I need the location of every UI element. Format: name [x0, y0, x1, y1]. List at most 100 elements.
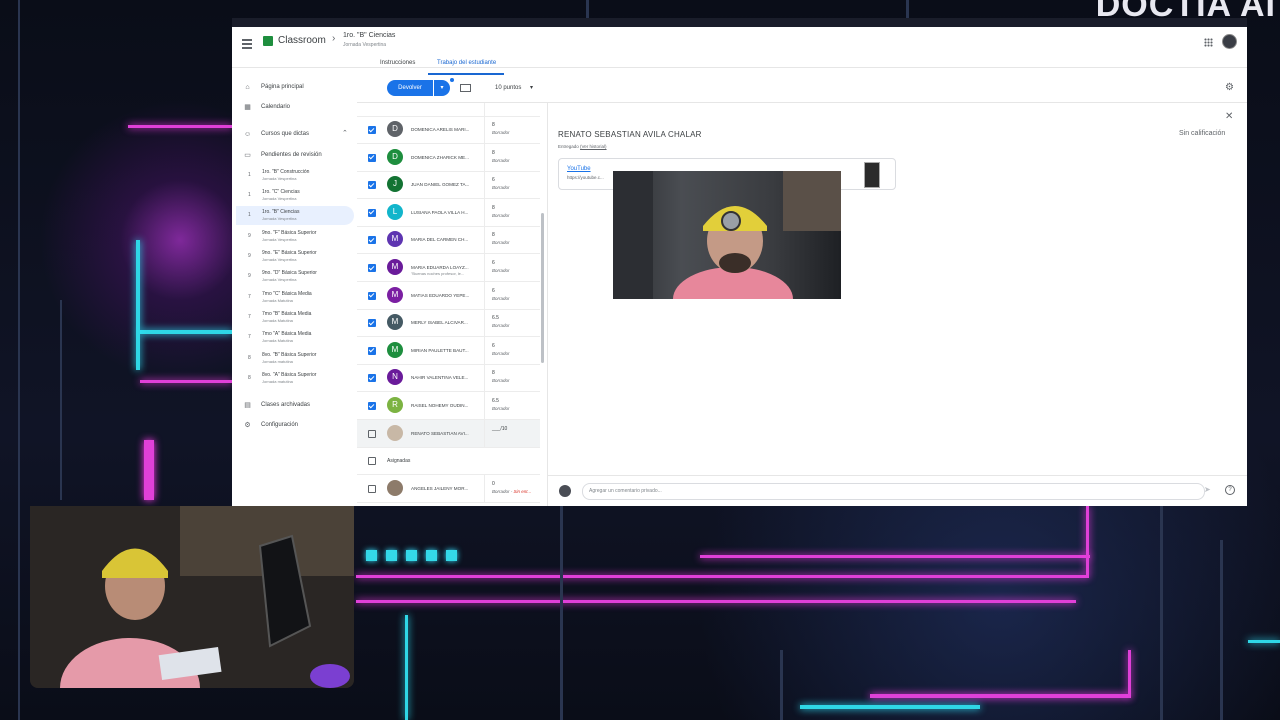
- student-grade[interactable]: 6: [492, 288, 495, 294]
- student-grade[interactable]: 6: [492, 343, 495, 349]
- student-avatar: R: [387, 397, 403, 413]
- circuit-line: [870, 694, 1130, 698]
- handed-in-label: Entregado: [558, 144, 579, 149]
- sidebar-course[interactable]: 8 8vo. "B" Básica Superior Jornada matut…: [236, 349, 354, 368]
- row-checkbox[interactable]: [368, 291, 376, 300]
- app-name[interactable]: Classroom: [278, 35, 326, 46]
- table-row[interactable]: D DOMENICA ZHARICK ME... 8 Borrador: [357, 143, 540, 172]
- sidebar-item-home[interactable]: ⌂ Página principal: [232, 79, 354, 97]
- sidebar-item-review[interactable]: ▭ Pendientes de revisión: [232, 147, 354, 165]
- student-grade[interactable]: 6.5: [492, 398, 499, 404]
- sidebar-course[interactable]: 1 1ro. "C" Ciencias Jornada Vespertina: [236, 186, 354, 205]
- return-dropdown-button[interactable]: ▾: [434, 80, 450, 96]
- tab-student-work[interactable]: Trabajo del estudiante: [437, 60, 496, 66]
- private-comment-input[interactable]: Agregar un comentario privado...: [582, 483, 1205, 500]
- table-row[interactable]: M MIRIAN PAULETTE BAUT... 6 Borrador: [357, 336, 540, 365]
- sidebar-course[interactable]: 9 9no. "F" Básica Superior Jornada Vespe…: [236, 227, 354, 246]
- table-row[interactable]: ANGELES JAILENY MOR... 0 Borrador - Sin en…: [357, 474, 540, 503]
- row-checkbox[interactable]: [368, 264, 376, 272]
- row-checkbox[interactable]: [368, 484, 376, 493]
- active-tab-indicator: [428, 73, 504, 75]
- row-checkbox[interactable]: [368, 402, 376, 410]
- student-grade[interactable]: 8: [492, 370, 495, 376]
- points-select[interactable]: 10 puntos: [493, 80, 543, 96]
- sidebar-course-active[interactable]: 1 1ro. "B" Ciencias Jornada Vespertina: [236, 206, 354, 225]
- sidebar-course[interactable]: 9 9no. "D" Básica Superior Jornada Vespe…: [236, 267, 354, 286]
- people-icon: ☺: [244, 131, 252, 138]
- course-badge: 8: [248, 355, 251, 361]
- sidebar-course[interactable]: 1 1ro. "B" Construcción Jornada Vesperti…: [236, 166, 354, 185]
- apps-grid-icon[interactable]: [1204, 38, 1213, 47]
- sidebar-item-archived[interactable]: ▤ Clases archivadas: [232, 397, 354, 415]
- row-checkbox[interactable]: [368, 319, 376, 328]
- row-checkbox[interactable]: [368, 236, 376, 245]
- circuit-line: [1220, 540, 1223, 720]
- menu-icon[interactable]: [242, 39, 252, 51]
- section-header-assigned[interactable]: Asignadas: [357, 447, 540, 476]
- row-checkbox[interactable]: [368, 208, 376, 217]
- sidebar-item-label: Calendario: [261, 104, 291, 110]
- help-icon[interactable]: ?: [1225, 485, 1235, 495]
- sidebar-item-settings[interactable]: ⚙ Configuración: [232, 417, 354, 435]
- sidebar-item-teaching[interactable]: ☺ Cursos que dictas ⌃: [232, 126, 354, 144]
- sidebar-course[interactable]: 8 8vo. "A" Básica Superior Jornada matut…: [236, 369, 354, 388]
- table-row[interactable]: J JUAN DANIEL GOMEZ TA... 6 Borrador: [357, 171, 540, 200]
- table-row[interactable]: R RAISEL NOHEMY OUDIN... 6.5 Borrador: [357, 392, 540, 420]
- table-row[interactable]: [357, 103, 540, 117]
- section-checkbox[interactable]: [368, 457, 376, 466]
- student-avatar: D: [387, 148, 403, 165]
- circuit-square: [426, 550, 437, 561]
- table-row[interactable]: N NAHIR VALENTINA VELE... 8 Borrador: [357, 364, 540, 393]
- breadcrumb-course-title[interactable]: 1ro. "B" Ciencias: [343, 32, 395, 39]
- table-row[interactable]: M MERLY ISABEL ALCIVAR... 6.5 Borrador: [357, 309, 540, 338]
- student-grade[interactable]: 6: [492, 260, 495, 266]
- course-badge: 7: [248, 294, 251, 300]
- sidebar-item-label: Cursos que dictas: [261, 131, 310, 137]
- table-row[interactable]: M MATIAS EDUARDO YEPE... 6 Borrador: [357, 281, 540, 310]
- return-button[interactable]: Devolver: [387, 80, 433, 96]
- table-row[interactable]: M MARIA DEL CARMEN CH... 8 Borrador: [357, 226, 540, 255]
- attachment-title[interactable]: YouTube: [567, 166, 591, 172]
- course-subtitle: Jornada Vespertina: [262, 237, 297, 242]
- table-row[interactable]: L LUSIANA PAOLA VILLA H... 8 Borrador: [357, 198, 540, 227]
- row-checkbox[interactable]: [368, 429, 376, 438]
- circuit-line: [144, 440, 154, 500]
- table-row[interactable]: M MARIA EDUARDA LOAYZ... "Buenas noches pr…: [357, 254, 540, 282]
- account-avatar[interactable]: [1222, 34, 1237, 49]
- student-grade[interactable]: 8: [492, 205, 495, 211]
- row-checkbox[interactable]: [368, 126, 376, 134]
- gear-icon[interactable]: ⚙: [1225, 82, 1234, 93]
- close-icon[interactable]: ✕: [1225, 111, 1233, 122]
- list-scrollbar[interactable]: [541, 213, 544, 363]
- student-grade[interactable]: 8: [492, 122, 495, 128]
- sidebar-course[interactable]: 7 7mo "C" Básica Media Jornada Matutina: [236, 288, 354, 307]
- sidebar-item-calendar[interactable]: ▦ Calendario: [232, 99, 354, 117]
- student-grade[interactable]: ___/10: [492, 426, 507, 432]
- send-icon[interactable]: ➤: [1204, 485, 1211, 494]
- student-grade[interactable]: 8: [492, 150, 495, 156]
- student-grade[interactable]: 0: [492, 481, 495, 487]
- student-grade[interactable]: 6: [492, 177, 495, 183]
- webcam-person-image: [613, 171, 841, 299]
- circuit-line: [780, 650, 783, 720]
- sidebar-course[interactable]: 7 7mo "A" Básica Media Jornada Matutina: [236, 328, 354, 347]
- table-row[interactable]: D DOMENICA ARELIS MARI... 8 Borrador: [357, 116, 540, 144]
- attachment-thumbnail: [864, 162, 880, 188]
- student-grade[interactable]: 6.5: [492, 315, 499, 321]
- tab-instructions[interactable]: Instrucciones: [380, 60, 415, 66]
- row-checkbox[interactable]: [368, 153, 376, 162]
- archive-icon: ▤: [244, 402, 251, 409]
- circuit-square: [406, 550, 417, 561]
- sidebar-course[interactable]: 9 9no. "E" Básica Superior Jornada Vespe…: [236, 247, 354, 266]
- row-checkbox[interactable]: [368, 181, 376, 190]
- row-checkbox[interactable]: [368, 346, 376, 355]
- history-link[interactable]: (Ver historial): [580, 144, 607, 149]
- row-checkbox[interactable]: [368, 374, 376, 383]
- student-grade[interactable]: 8: [492, 232, 495, 238]
- mail-icon[interactable]: [460, 84, 471, 92]
- chevron-up-icon[interactable]: ⌃: [342, 129, 348, 137]
- table-row[interactable]: RENATO SEBASTIAN AVI... ___/10: [357, 419, 540, 448]
- sidebar-course[interactable]: 7 7mo "B" Básica Media Jornada Matutina: [236, 308, 354, 327]
- student-avatar: [387, 479, 403, 496]
- student-avatar: D: [387, 121, 403, 137]
